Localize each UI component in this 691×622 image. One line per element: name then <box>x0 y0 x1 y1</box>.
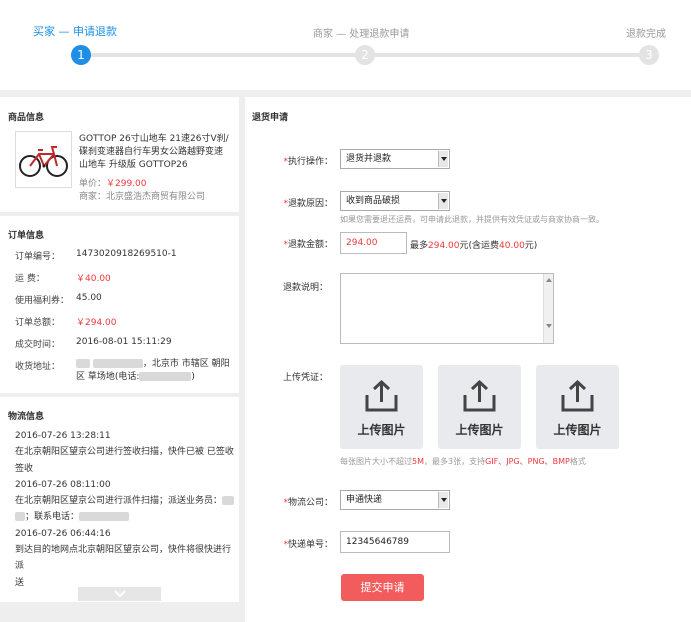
amount-max-hint: 最多294.00元(含运费40.00元) <box>410 241 538 251</box>
step-1-label: 买家 — 申请退款 <box>33 25 117 38</box>
progress-steps: 买家 — 申请退款 1 商家 — 处理退款申请 2 退款完成 3 <box>0 0 691 90</box>
action-label: *执行操作： <box>283 157 333 167</box>
upload-text: 上传图片 <box>553 423 602 437</box>
address-value: ，北京市 市辖区 朝阳 区 草场地(电话:) <box>76 358 236 384</box>
step-3-label: 退款完成 <box>626 29 666 40</box>
address-end: ) <box>191 372 195 382</box>
upload-label: 上传凭证： <box>282 373 328 383</box>
upload-icon <box>463 379 496 412</box>
redacted-text <box>76 359 90 368</box>
scroll-down-icon <box>546 324 552 328</box>
product-price-row: 单价：￥299.00 <box>79 176 147 189</box>
redacted-text <box>222 496 235 506</box>
order-summary-panel: 商品信息 GOTTOP 26寸山地车 21速26寸V刹/碟刹变速器自行车男女公路… <box>0 97 239 602</box>
reason-select[interactable]: 收到商品破损 <box>340 191 450 211</box>
address-city: ，北京市 市辖区 朝阳 <box>142 359 230 369</box>
redacted-text <box>92 359 143 368</box>
product-section-title: 商品信息 <box>8 113 45 123</box>
order-number: 1473020918269510-1 <box>76 249 177 259</box>
logistics-line: ；联系电话： <box>15 509 235 525</box>
upload-text: 上传图片 <box>357 423 406 437</box>
carrier-select[interactable]: 申通快递 <box>340 490 450 510</box>
logistics-line: 到达目的地网点北京朝阳区望京公司，快件将很快进行派 <box>15 545 232 572</box>
logistics-line: 在北京朝阳区望京公司进行签收扫描，快件已被 已签收 <box>15 447 234 458</box>
redacted-text <box>79 512 130 522</box>
product-name[interactable]: GOTTOP 26寸山地车 21速26寸V刹/碟刹变速器自行车男女公路越野变速山… <box>79 133 231 172</box>
upload-icon <box>365 379 398 412</box>
dropdown-arrow-icon <box>438 492 448 508</box>
order-total-label: 订单总额： <box>15 318 61 328</box>
step-2-dot: 2 <box>355 45 375 65</box>
step-1-dot: 1 <box>71 45 91 65</box>
logistics-section-title: 物流信息 <box>8 412 45 422</box>
divider <box>0 393 239 397</box>
price-label: 单价： <box>79 179 107 189</box>
chevron-down-icon <box>114 590 126 598</box>
step-2-label: 商家 — 处理退款申请 <box>313 29 410 40</box>
shipping-fee: ￥40.00 <box>76 274 111 284</box>
expand-logistics-button[interactable] <box>78 587 161 601</box>
step-3-dot: 3 <box>639 45 659 65</box>
courier-phone-text: ；联系电话： <box>25 512 80 523</box>
product-price: ￥299.00 <box>106 179 147 189</box>
dropdown-arrow-icon <box>438 151 448 167</box>
action-selected-value: 退货并退款 <box>346 154 392 164</box>
amount-input[interactable]: 294.00 <box>340 232 407 254</box>
scroll-up-icon <box>546 278 552 282</box>
tracking-label: *快递单号： <box>283 540 333 550</box>
seller-label: 商家： <box>79 192 107 202</box>
order-number-label: 订单编号： <box>15 252 61 262</box>
shipping-fee-label: 运 费： <box>15 274 45 284</box>
product-image[interactable] <box>15 131 72 188</box>
bicycle-icon <box>19 146 68 177</box>
order-total: ￥294.00 <box>76 318 117 328</box>
reason-hint: 如果您需要退还运费，可申请此退款，并提供有效凭证或与商家协商一致。 <box>340 215 604 224</box>
address-label: 收货地址： <box>15 362 61 372</box>
seller-name: 北京盛浩杰商贸有限公司 <box>106 192 206 202</box>
tracking-number-input[interactable]: 12345646789 <box>340 531 450 553</box>
seller-row: 商家：北京盛浩杰商贸有限公司 <box>79 189 205 202</box>
carrier-label: *物流公司： <box>283 498 333 508</box>
order-section-title: 订单信息 <box>8 231 45 241</box>
action-select[interactable]: 退货并退款 <box>340 149 450 169</box>
upload-icon <box>561 379 594 412</box>
carrier-selected-value: 申通快递 <box>346 495 383 505</box>
logistics-line: 签收 <box>15 463 34 474</box>
description-label: 退款说明： <box>282 283 328 293</box>
logistics-line: 2016-07-26 06:44:16 <box>15 528 111 539</box>
upload-hint: 每张图片大小不超过5M，最多3张，支持GIF、JPG、PNG、BMP格式 <box>340 457 586 466</box>
coupon-value: 45.00 <box>76 293 102 303</box>
divider <box>0 212 239 216</box>
address-district: 区 草场地(电话: <box>76 372 140 382</box>
amount-label: *退款金额： <box>283 240 333 250</box>
logistics-line: 2016-07-26 08:11:00 <box>15 479 111 490</box>
upload-image-button-2[interactable]: 上传图片 <box>438 365 521 449</box>
form-title: 退货申请 <box>252 113 289 123</box>
deal-time-label: 成交时间： <box>15 340 61 350</box>
logistics-timeline: 2016-07-26 13:28:11 在北京朝阳区望京公司进行签收扫描，快件已… <box>15 428 235 591</box>
redacted-text <box>15 512 25 522</box>
upload-text: 上传图片 <box>455 423 504 437</box>
description-textarea[interactable] <box>340 273 554 344</box>
dropdown-arrow-icon <box>438 193 448 209</box>
logistics-line: 在北京朝阳区望京公司进行派件扫描；派送业务员： <box>15 493 235 509</box>
upload-image-button-1[interactable]: 上传图片 <box>340 365 423 449</box>
submit-button[interactable]: 提交申请 <box>341 574 424 601</box>
redacted-text <box>139 372 192 381</box>
reason-label: *退款原因： <box>283 199 333 209</box>
textarea-scrollbar[interactable] <box>543 274 553 343</box>
coupon-label: 使用福利券： <box>15 296 70 306</box>
courier-text: 在北京朝阳区望京公司进行派件扫描；派送业务员： <box>15 496 223 507</box>
logistics-line: 2016-07-26 13:28:11 <box>15 431 111 441</box>
deal-time: 2016-08-01 15:11:29 <box>76 337 172 347</box>
upload-image-button-3[interactable]: 上传图片 <box>536 365 619 449</box>
reason-selected-value: 收到商品破损 <box>346 196 401 206</box>
